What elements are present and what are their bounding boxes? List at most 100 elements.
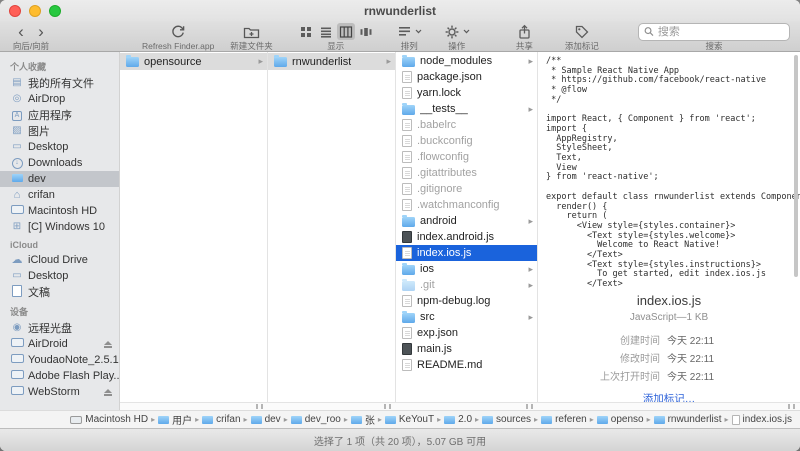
file-name: src bbox=[420, 311, 435, 323]
column-resize-handle[interactable] bbox=[788, 404, 795, 409]
file-row-git[interactable]: .git ▸ bbox=[396, 277, 537, 293]
executable-icon bbox=[402, 343, 412, 355]
path-item-5[interactable]: 张 bbox=[350, 412, 375, 427]
back-button[interactable]: ‹ bbox=[12, 23, 30, 40]
file-name: ios bbox=[420, 263, 435, 275]
eject-icon[interactable] bbox=[103, 389, 113, 396]
tags-button[interactable]: 添加标记 bbox=[565, 22, 599, 51]
refresh-button[interactable]: Refresh Finder.app bbox=[142, 22, 214, 51]
file-row-yarn-lock[interactable]: yarn.lock bbox=[396, 85, 537, 101]
file-row-flowconfig[interactable]: .flowconfig bbox=[396, 149, 537, 165]
sidebar-item-webstorm[interactable]: WebStorm bbox=[0, 384, 119, 400]
document-icon bbox=[402, 167, 412, 179]
sidebar-item-youdaonote[interactable]: YoudaoNote_2.5.1 bbox=[0, 352, 119, 368]
action-button[interactable]: 操作 bbox=[444, 22, 470, 51]
sidebar-item-dev[interactable]: dev bbox=[0, 171, 119, 187]
path-item-2-0[interactable]: 2.0 bbox=[444, 414, 472, 425]
path-item-rnwunderlist[interactable]: rnwunderlist bbox=[653, 414, 722, 425]
folder-row-rnwunderlist[interactable]: rnwunderlist ▸ bbox=[268, 53, 395, 70]
path-item-reference[interactable]: referen bbox=[541, 414, 587, 425]
file-row-babelrc[interactable]: .babelrc bbox=[396, 117, 537, 133]
sidebar-item-downloads[interactable]: Downloads bbox=[0, 155, 119, 171]
hdd-icon bbox=[10, 205, 24, 217]
title-bar[interactable]: rnwunderlist bbox=[0, 0, 800, 21]
close-button[interactable] bbox=[9, 5, 21, 17]
sidebar-item-airdrop[interactable]: AirDrop bbox=[0, 91, 119, 107]
share-button[interactable]: 共享 bbox=[516, 22, 533, 51]
favorites-section-title: 个人收藏 bbox=[10, 62, 47, 72]
file-row-android[interactable]: android ▸ bbox=[396, 213, 537, 229]
status-bar: 选择了 1 项（共 20 项），5.07 GB 可用 bbox=[0, 428, 800, 451]
zoom-button[interactable] bbox=[49, 5, 61, 17]
sidebar-item-icloud-drive[interactable]: iCloud Drive bbox=[0, 252, 119, 268]
sidebar-item-applications[interactable]: 应用程序 bbox=[0, 107, 119, 123]
path-item-sources[interactable]: sources bbox=[482, 414, 531, 425]
sidebar-item-airdroid[interactable]: AirDroid bbox=[0, 336, 119, 352]
sidebar-item-windows-10[interactable]: [C] Windows 10 bbox=[0, 219, 119, 235]
file-row-readme-md[interactable]: README.md bbox=[396, 357, 537, 373]
sidebar-item-adobe-flash-player[interactable]: Adobe Flash Play... bbox=[0, 368, 119, 384]
sidebar-item-label: 文稿 bbox=[28, 287, 50, 299]
all-my-files-icon bbox=[10, 78, 24, 88]
file-row-main-js[interactable]: main.js bbox=[396, 341, 537, 357]
file-row-node-modules[interactable]: node_modules ▸ bbox=[396, 53, 537, 69]
path-item-dev[interactable]: dev bbox=[250, 414, 281, 425]
desktop-icon bbox=[10, 142, 24, 152]
file-row-tests[interactable]: __tests__ ▸ bbox=[396, 101, 537, 117]
file-row-package-json[interactable]: package.json bbox=[396, 69, 537, 85]
column-view-button[interactable] bbox=[336, 23, 355, 40]
sidebar-item-icloud-desktop[interactable]: Desktop bbox=[0, 268, 119, 284]
sidebar-item-pictures[interactable]: 图片 bbox=[0, 123, 119, 139]
sidebar-item-label: [C] Windows 10 bbox=[28, 221, 106, 233]
sidebar-item-macintosh-hd[interactable]: Macintosh HD bbox=[0, 203, 119, 219]
meta-label: 修改时间 bbox=[620, 354, 660, 365]
windows-icon bbox=[10, 222, 24, 232]
column-resize-handle[interactable] bbox=[526, 404, 533, 409]
file-row-ios[interactable]: ios ▸ bbox=[396, 261, 537, 277]
document-icon bbox=[402, 247, 412, 259]
file-row-exp-json[interactable]: exp.json bbox=[396, 325, 537, 341]
icon-view-button[interactable] bbox=[297, 23, 315, 40]
minimize-button[interactable] bbox=[29, 5, 41, 17]
path-item-dev-root[interactable]: dev_roo bbox=[290, 414, 341, 425]
path-item-macintosh-hd[interactable]: Macintosh HD bbox=[70, 414, 148, 425]
path-item-index-ios-js[interactable]: index.ios.js bbox=[731, 414, 792, 425]
path-item-crifan[interactable]: crifan bbox=[202, 414, 241, 425]
folder-name: opensource bbox=[144, 55, 202, 68]
file-row-index-ios-js[interactable]: index.ios.js bbox=[396, 245, 537, 261]
file-row-src[interactable]: src ▸ bbox=[396, 309, 537, 325]
sidebar-item-desktop[interactable]: Desktop bbox=[0, 139, 119, 155]
preview-scrollbar[interactable] bbox=[794, 55, 798, 277]
path-item-users[interactable]: 用户 bbox=[158, 412, 192, 427]
sidebar-item-all-my-files[interactable]: 我的所有文件 bbox=[0, 75, 119, 91]
path-item-keyout[interactable]: KeYouT bbox=[384, 414, 434, 425]
file-row-npm-debug-log[interactable]: npm-debug.log bbox=[396, 293, 537, 309]
file-row-buckconfig[interactable]: .buckconfig bbox=[396, 133, 537, 149]
path-item-opensource[interactable]: openso bbox=[596, 414, 644, 425]
file-row-gitattributes[interactable]: .gitattributes bbox=[396, 165, 537, 181]
folder-icon bbox=[541, 415, 553, 424]
search-input[interactable] bbox=[657, 25, 784, 38]
column-resize-handle[interactable] bbox=[256, 404, 263, 409]
desktop-icon bbox=[10, 271, 24, 281]
file-row-gitignore[interactable]: .gitignore bbox=[396, 181, 537, 197]
file-name: .gitignore bbox=[417, 183, 463, 195]
file-name: __tests__ bbox=[420, 103, 468, 115]
file-row-watchmanconfig[interactable]: .watchmanconfig bbox=[396, 197, 537, 213]
sidebar-item-remote-disc[interactable]: 远程光盘 bbox=[0, 320, 119, 336]
coverflow-view-button[interactable] bbox=[357, 23, 375, 40]
search-box[interactable] bbox=[638, 22, 790, 41]
folder-row-opensource[interactable]: opensource ▸ bbox=[120, 53, 267, 70]
column-resize-handle[interactable] bbox=[384, 404, 391, 409]
file-row-index-android-js[interactable]: index.android.js bbox=[396, 229, 537, 245]
add-tags-link[interactable]: 添加标记… bbox=[538, 391, 800, 402]
eject-icon[interactable] bbox=[103, 341, 113, 348]
list-view-button[interactable] bbox=[317, 23, 335, 40]
new-folder-button[interactable]: 新建文件夹 bbox=[230, 22, 273, 51]
arrange-button[interactable]: 排列 bbox=[397, 22, 422, 51]
file-name: .babelrc bbox=[417, 119, 457, 131]
folder-icon bbox=[274, 55, 287, 67]
sidebar-item-documents[interactable]: 文稿 bbox=[0, 284, 119, 300]
forward-button[interactable]: › bbox=[32, 23, 50, 40]
sidebar-item-crifan[interactable]: crifan bbox=[0, 187, 119, 203]
